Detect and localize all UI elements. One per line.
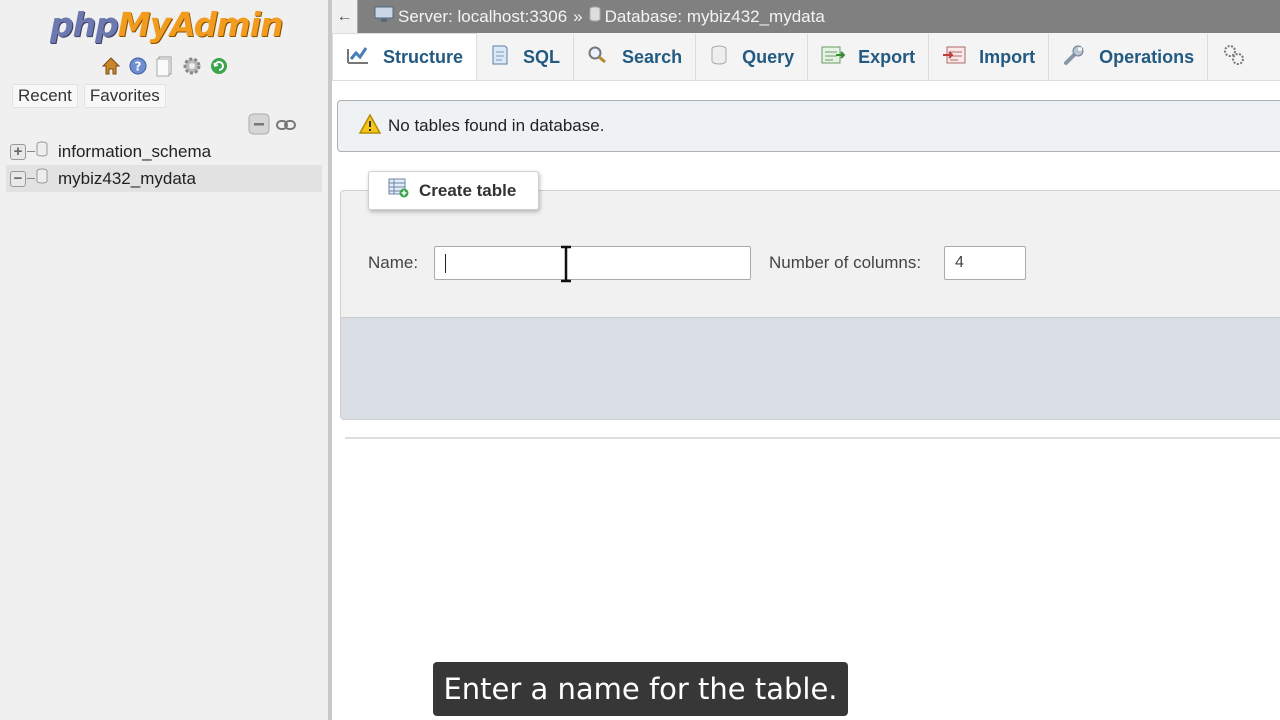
notice-text: No tables found in database. — [388, 116, 605, 135]
navigation-panel: phpMyAdmin ? Recent Favorites + informat… — [0, 0, 328, 720]
tab-sql[interactable]: SQL — [477, 34, 575, 80]
table-name-input[interactable] — [434, 246, 751, 280]
fieldset-footer — [341, 317, 1280, 419]
structure-icon — [346, 45, 370, 70]
tab-import[interactable]: Import — [929, 34, 1050, 80]
legend-title: Create table — [419, 180, 517, 200]
caption-overlay: Enter a name for the table. — [433, 662, 848, 716]
home-icon[interactable] — [100, 55, 122, 77]
tab-query[interactable]: Query — [696, 34, 809, 80]
tree-connector — [27, 151, 35, 152]
export-icon — [821, 45, 846, 70]
database-tree: + information_schema − mybiz432_mydata — [6, 138, 322, 192]
nav-tools — [248, 113, 296, 139]
tab-structure[interactable]: Structure — [332, 33, 478, 80]
name-label: Name: — [368, 253, 419, 272]
more-icon — [1221, 43, 1247, 72]
breadcrumb-server[interactable]: Server: localhost:3306 — [374, 5, 567, 28]
sql-icon — [490, 44, 510, 71]
db-name: mybiz432_mydata — [58, 168, 196, 188]
collapse-toggle[interactable]: − — [10, 170, 26, 187]
phpmyadmin-logo[interactable]: phpMyAdmin — [50, 4, 283, 46]
breadcrumb: ← Server: localhost:3306 » Database: myb… — [332, 0, 1280, 33]
link-icon[interactable] — [276, 117, 296, 136]
notice-box: No tables found in database. — [337, 100, 1280, 152]
info-icon[interactable]: ? — [127, 55, 149, 77]
database-icon — [36, 141, 48, 162]
back-button[interactable]: ← — [332, 0, 358, 33]
tab-search[interactable]: Search — [574, 34, 697, 80]
text-cursor-icon — [558, 245, 574, 287]
tab-more[interactable] — [1208, 34, 1260, 80]
database-icon — [36, 168, 48, 189]
search-icon — [587, 45, 609, 70]
wrench-icon — [1062, 44, 1086, 71]
nav-icon-bar: ? — [100, 55, 230, 77]
text-caret — [445, 253, 446, 273]
import-icon — [942, 45, 966, 70]
create-table-legend: Create table — [368, 171, 539, 210]
db-item-information-schema[interactable]: + information_schema — [6, 138, 322, 165]
nav-tabs: Recent Favorites — [12, 84, 166, 108]
reload-icon[interactable] — [208, 55, 230, 77]
create-table-fieldset — [340, 190, 1280, 420]
docs-icon[interactable] — [154, 55, 176, 77]
create-table-icon — [388, 178, 410, 203]
expand-toggle[interactable]: + — [10, 143, 26, 160]
query-icon — [709, 44, 729, 71]
svg-text:?: ? — [135, 60, 142, 74]
divider — [345, 437, 1280, 439]
tree-connector — [27, 178, 35, 179]
tab-operations[interactable]: Operations — [1049, 34, 1209, 80]
columns-label: Number of columns: — [769, 253, 922, 272]
main-tabs: Structure SQL Search Query Export Import — [332, 33, 1280, 81]
number-of-columns-input[interactable]: 4 — [944, 246, 1026, 280]
settings-icon[interactable] — [181, 55, 203, 77]
favorites-tab[interactable]: Favorites — [83, 84, 166, 108]
recent-tab[interactable]: Recent — [12, 84, 78, 108]
panel-splitter[interactable] — [328, 0, 332, 720]
tab-export[interactable]: Export — [808, 34, 930, 80]
db-name: information_schema — [58, 141, 212, 161]
collapse-all-icon[interactable] — [248, 113, 270, 139]
breadcrumb-separator: » — [573, 6, 583, 26]
breadcrumb-database[interactable]: Database: mybiz432_mydata — [589, 6, 825, 27]
warning-icon — [358, 112, 382, 140]
db-item-mybiz432-mydata[interactable]: − mybiz432_mydata — [6, 165, 322, 192]
server-icon — [374, 5, 394, 28]
database-icon — [589, 6, 601, 27]
